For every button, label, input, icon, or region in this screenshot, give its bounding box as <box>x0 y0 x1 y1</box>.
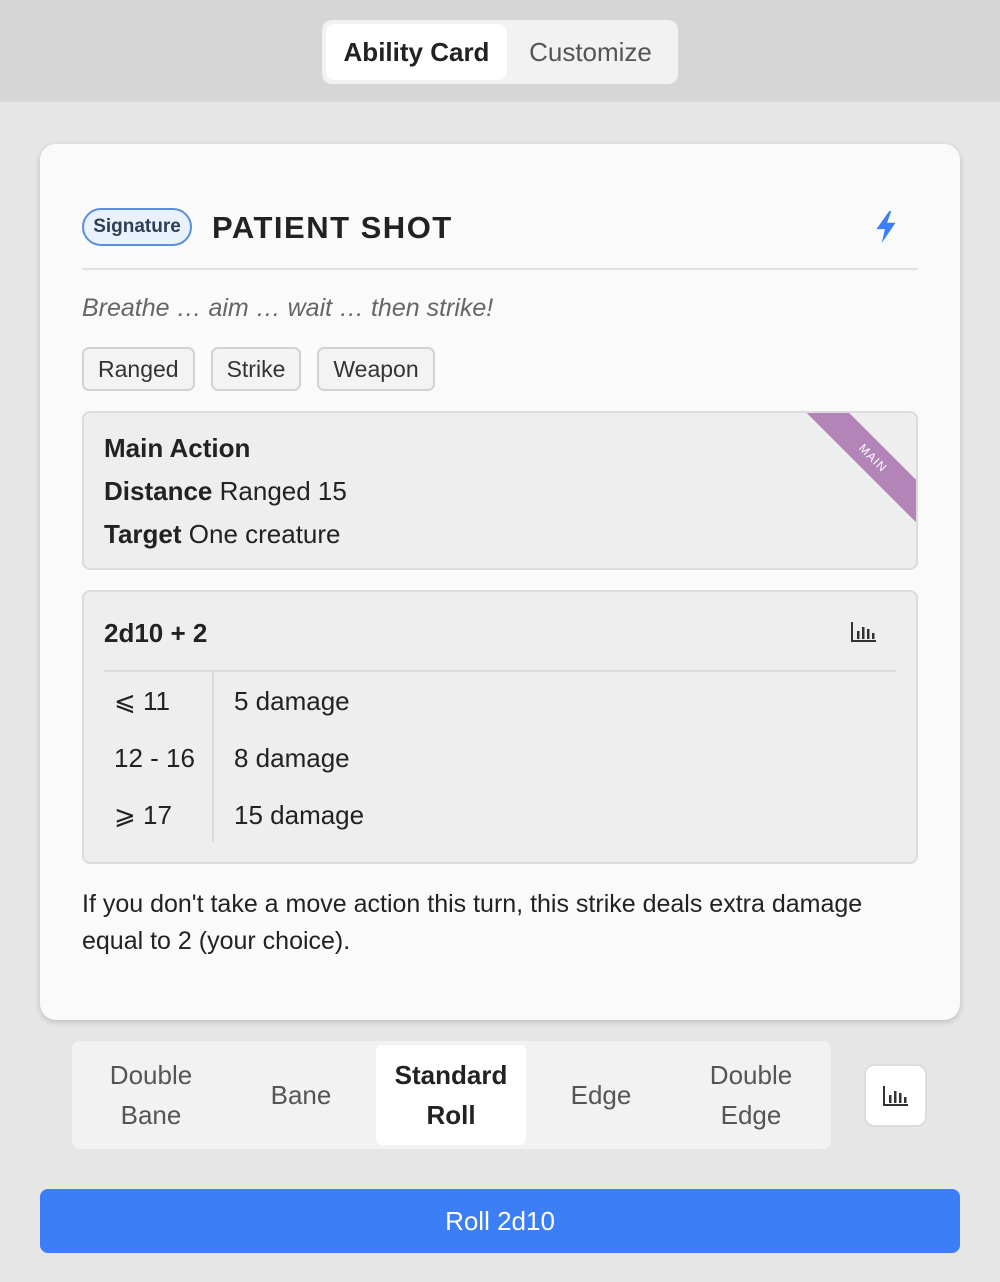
signature-badge: Signature <box>82 208 192 246</box>
distance-line: Distance Ranged 15 <box>104 476 347 507</box>
tier-column-divider <box>212 672 214 842</box>
tier-2-result: 8 damage <box>234 743 350 773</box>
stats-button[interactable] <box>864 1064 927 1127</box>
keyword-list: Ranged Strike Weapon <box>82 347 435 391</box>
tier-3-result: 15 damage <box>234 800 365 830</box>
ribbon-label: MAIN <box>806 413 916 523</box>
keyword-tag: Ranged <box>82 347 195 391</box>
power-roll: 2d10 + 2 ⩽ 11 5 damage 12 - 16 8 damage … <box>82 590 918 864</box>
tier-2-range: 12 - 16 <box>114 743 195 773</box>
roll-modifier-selector: Double Bane Bane Standard Roll Edge Double… <box>72 1041 831 1149</box>
tab-customize[interactable]: Customize <box>507 24 674 80</box>
ability-title: PATIENT SHOT <box>212 210 453 245</box>
tab-ability-card[interactable]: Ability Card <box>326 24 507 80</box>
effect-text: If you don't take a move action this tur… <box>82 890 863 955</box>
action-type: Main Action <box>104 433 251 463</box>
target-value: One creature <box>188 519 341 549</box>
target-label: Target <box>104 519 182 549</box>
roll-divider <box>104 670 896 672</box>
bar-chart-icon[interactable] <box>850 620 878 644</box>
option-standard-roll[interactable]: Standard Roll <box>376 1045 526 1145</box>
view-tabs: Ability Card Customize <box>322 20 678 84</box>
flavor-text: Breathe … aim … wait … then strike! <box>82 294 494 322</box>
ability-card: Signature PATIENT SHOT Breathe … aim … w… <box>40 144 960 1020</box>
keyword-tag: Strike <box>210 347 302 391</box>
card-header: Signature PATIENT SHOT <box>82 206 918 270</box>
keyword-tag: Weapon <box>317 347 435 391</box>
option-double-edge[interactable]: Double Edge <box>676 1045 826 1145</box>
action-details: Main Action Distance Ranged 15 Target On… <box>82 411 918 570</box>
bar-chart-icon <box>883 1086 908 1106</box>
roll-button[interactable]: Roll 2d10 <box>40 1189 960 1253</box>
tier-3-range: ⩾ 17 <box>114 800 172 830</box>
distance-label: Distance <box>104 476 213 506</box>
lightning-bolt-icon <box>876 211 896 243</box>
option-double-bane[interactable]: Double Bane <box>76 1045 226 1145</box>
tier-1-result: 5 damage <box>234 686 350 716</box>
top-bar: Ability Card Customize <box>0 0 1000 102</box>
roll-formula: 2d10 + 2 <box>104 618 208 648</box>
target-line: Target One creature <box>104 519 341 550</box>
distance-value: Ranged 15 <box>219 476 347 506</box>
option-bane[interactable]: Bane <box>226 1045 376 1145</box>
tier-1-range: ⩽ 11 <box>114 686 170 716</box>
main-action-ribbon: MAIN <box>806 413 916 523</box>
option-edge[interactable]: Edge <box>526 1045 676 1145</box>
